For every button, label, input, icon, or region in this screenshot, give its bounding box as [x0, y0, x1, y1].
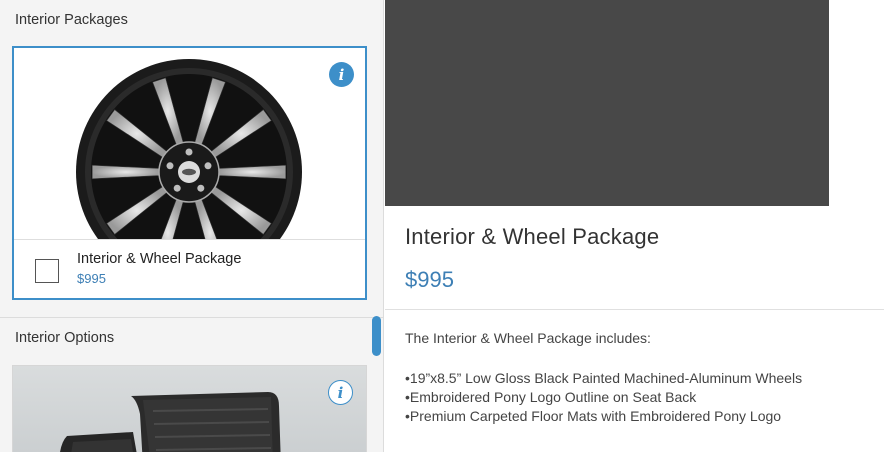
feature-item: •Embroidered Pony Logo Outline on Seat B… [405, 389, 697, 405]
detail-intro: The Interior & Wheel Package includes: [405, 330, 651, 346]
interior-options-heading: Interior Options [15, 330, 115, 346]
detail-title: Interior & Wheel Package [405, 224, 660, 249]
detail-panel: Interior & Wheel Package $995 The Interi… [385, 0, 884, 452]
package-name: Interior & Wheel Package [77, 251, 242, 267]
detail-divider [385, 309, 884, 310]
scrollbar-thumb[interactable] [372, 316, 381, 356]
floor-mat-image [13, 366, 366, 452]
package-price: $995 [77, 271, 106, 286]
section-divider [0, 317, 383, 318]
package-checkbox[interactable] [35, 259, 59, 283]
options-sidebar: Interior Packages i Interior & Wheel Pac… [0, 0, 384, 452]
feature-item: •19”x8.5” Low Gloss Black Painted Machin… [405, 370, 803, 386]
interior-wheel-package-card[interactable]: i Interior & Wheel Package $995 [12, 46, 367, 300]
package-media-placeholder [385, 0, 829, 206]
info-icon[interactable]: i [328, 380, 353, 405]
info-icon[interactable]: i [329, 62, 354, 87]
interior-packages-heading: Interior Packages [15, 12, 128, 28]
feature-list: •19”x8.5” Low Gloss Black Painted Machin… [405, 369, 802, 426]
feature-item: •Premium Carpeted Floor Mats with Embroi… [405, 408, 782, 424]
package-card-footer: Interior & Wheel Package $995 [14, 239, 365, 298]
detail-price: $995 [405, 267, 454, 292]
wheel-image [14, 48, 365, 239]
floor-mat-card[interactable]: i [12, 365, 367, 452]
